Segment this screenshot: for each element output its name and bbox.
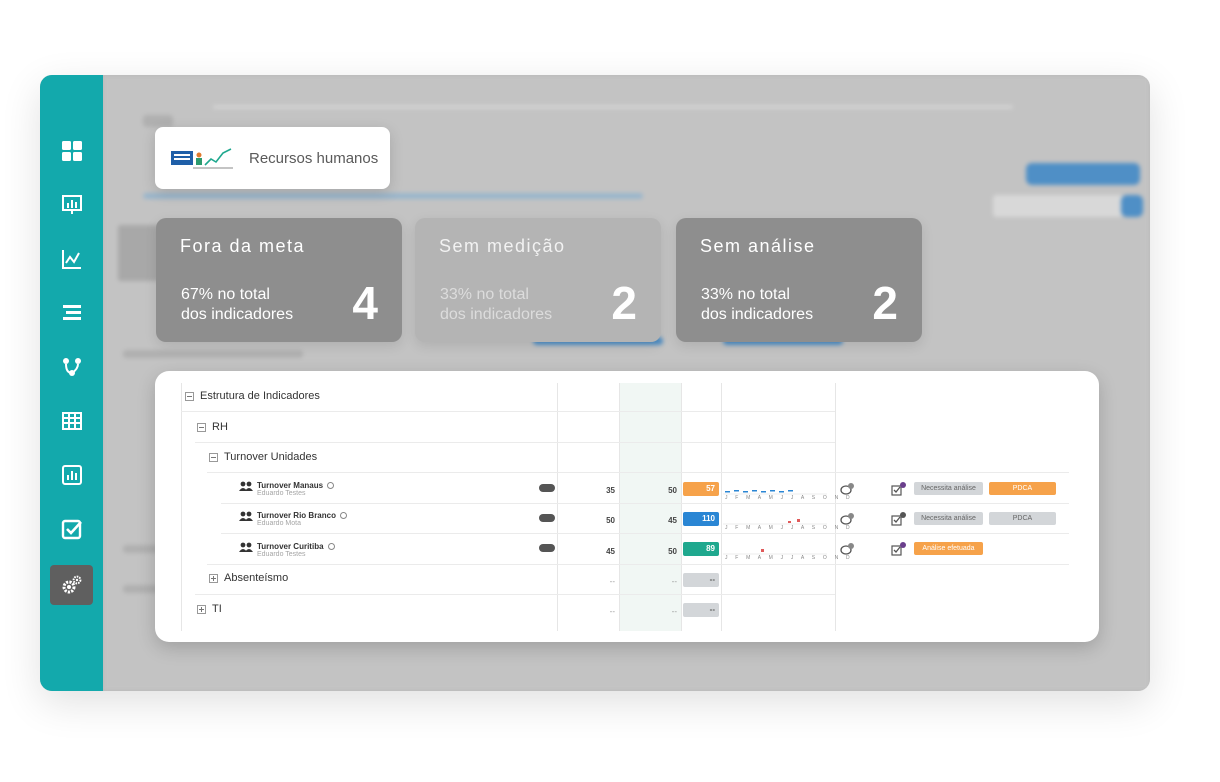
hr-logo-icon	[171, 148, 233, 169]
settings-icon	[62, 575, 81, 594]
tree-group-turnover[interactable]: Turnover Unidades	[209, 451, 317, 463]
people-icon	[239, 481, 253, 491]
sidebar-item-line-chart[interactable]	[50, 239, 93, 279]
kpi-title: Sem medição	[439, 236, 566, 256]
indicator-name[interactable]: Turnover Manaus	[257, 481, 335, 490]
people-icon	[239, 542, 253, 552]
tree-group-absenteismo[interactable]: Absenteísmo	[209, 572, 288, 584]
pdca-badge[interactable]: PDCA	[989, 512, 1056, 525]
sparkline-manaus	[723, 490, 827, 495]
months-axis: J F M A M J J A S O N D	[725, 555, 853, 561]
collapse-icon[interactable]	[185, 391, 194, 401]
tag-icon	[539, 544, 555, 552]
kpi-value: 4	[352, 277, 378, 329]
indicator-tree-card: Estrutura de Indicadores RH Turnover Uni…	[155, 371, 1099, 642]
previous-value: 50	[668, 547, 677, 556]
kpi-sem-medicao[interactable]: Sem medição 33% no total dos indicadores …	[415, 218, 661, 342]
current-value-badge[interactable]: 89	[683, 542, 719, 556]
kpi-subtitle: 33% no total dos indicadores	[440, 286, 553, 323]
status-badge[interactable]: Análise efetuada	[914, 542, 983, 555]
sidebar-item-checkbox[interactable]	[50, 509, 93, 549]
info-icon[interactable]	[327, 482, 335, 490]
sparkline-curitiba	[723, 549, 827, 555]
kpi-value: 2	[872, 277, 898, 329]
tag-icon	[539, 514, 555, 522]
presentation-icon	[61, 195, 82, 214]
page: Recursos humanos Fora da meta 67% no tot…	[0, 0, 1220, 782]
sidebar-item-settings[interactable]	[50, 565, 93, 605]
months-axis: J F M A M J J A S O N D	[725, 525, 853, 531]
tag-icon	[539, 484, 555, 492]
current-value-badge[interactable]: --	[683, 573, 719, 587]
previous-value: --	[671, 607, 677, 616]
sidebar-item-list[interactable]	[50, 293, 93, 333]
previous-value: 50	[668, 486, 677, 495]
kpi-value: 2	[611, 277, 637, 329]
indicator-owner: Eduardo Testes	[257, 551, 306, 558]
action-check-icon[interactable]	[891, 512, 907, 526]
pdca-badge[interactable]: PDCA	[989, 482, 1056, 495]
comment-icon[interactable]	[839, 483, 855, 497]
indicator-tree: Estrutura de Indicadores RH Turnover Uni…	[181, 383, 1069, 631]
tree-group-rh[interactable]: RH	[197, 421, 228, 433]
indicator-owner: Eduardo Mota	[257, 520, 301, 527]
indicator-owner: Eduardo Testes	[257, 490, 306, 497]
current-value-badge[interactable]: 57	[683, 482, 719, 496]
kpi-fora-da-meta[interactable]: Fora da meta 67% no total dos indicadores…	[156, 218, 402, 342]
goal-value: 35	[606, 486, 615, 495]
kpi-title: Sem análise	[700, 236, 816, 256]
status-badge[interactable]: Necessita análise	[914, 512, 983, 525]
indicator-name[interactable]: Turnover Rio Branco	[257, 511, 347, 520]
status-badge[interactable]: Necessita análise	[914, 482, 983, 495]
months-axis: J F M A M J J A S O N D	[725, 495, 853, 501]
current-value-badge[interactable]: 110	[683, 512, 719, 526]
module-title: Recursos humanos	[249, 149, 379, 167]
sidebar	[40, 75, 103, 691]
goal-value: --	[609, 607, 615, 616]
list-icon	[62, 305, 81, 320]
current-value-badge[interactable]: --	[683, 603, 719, 617]
info-icon[interactable]	[327, 543, 335, 551]
checkbox-icon	[61, 519, 82, 540]
line-chart-icon	[61, 250, 81, 269]
sidebar-item-presentation[interactable]	[50, 185, 93, 225]
kpi-subtitle: 33% no total dos indicadores	[701, 286, 814, 323]
kpi-sem-analise[interactable]: Sem análise 33% no total dos indicadores …	[676, 218, 922, 342]
goal-value: 50	[606, 516, 615, 525]
action-check-icon[interactable]	[891, 542, 907, 556]
previous-value: --	[671, 577, 677, 586]
goal-value: --	[609, 577, 615, 586]
bar-chart-icon	[61, 465, 82, 485]
info-icon[interactable]	[339, 512, 347, 520]
sidebar-item-dashboard[interactable]	[50, 131, 93, 171]
kpi-title: Fora da meta	[180, 236, 306, 256]
comment-icon[interactable]	[839, 513, 855, 527]
collapse-icon[interactable]	[197, 422, 206, 432]
people-icon	[239, 511, 253, 521]
table-icon	[61, 412, 82, 430]
action-check-icon[interactable]	[891, 482, 907, 496]
goal-value: 45	[606, 547, 615, 556]
collapse-icon[interactable]	[209, 452, 218, 462]
flow-icon	[62, 358, 81, 376]
indicator-name[interactable]: Turnover Curitiba	[257, 542, 335, 551]
tree-root[interactable]: Estrutura de Indicadores	[185, 390, 320, 402]
comment-icon[interactable]	[839, 543, 855, 557]
kpi-subtitle: 67% no total dos indicadores	[181, 286, 294, 323]
sidebar-item-bar-chart[interactable]	[50, 455, 93, 495]
sidebar-item-flow[interactable]	[50, 347, 93, 387]
sparkline-rio-branco	[723, 519, 827, 525]
dashboard-icon	[61, 141, 82, 161]
expand-icon[interactable]	[197, 604, 206, 614]
sidebar-item-table[interactable]	[50, 401, 93, 441]
previous-value: 45	[668, 516, 677, 525]
expand-icon[interactable]	[209, 573, 218, 583]
module-title-card: Recursos humanos	[155, 127, 390, 189]
tree-group-ti[interactable]: TI	[197, 603, 222, 615]
